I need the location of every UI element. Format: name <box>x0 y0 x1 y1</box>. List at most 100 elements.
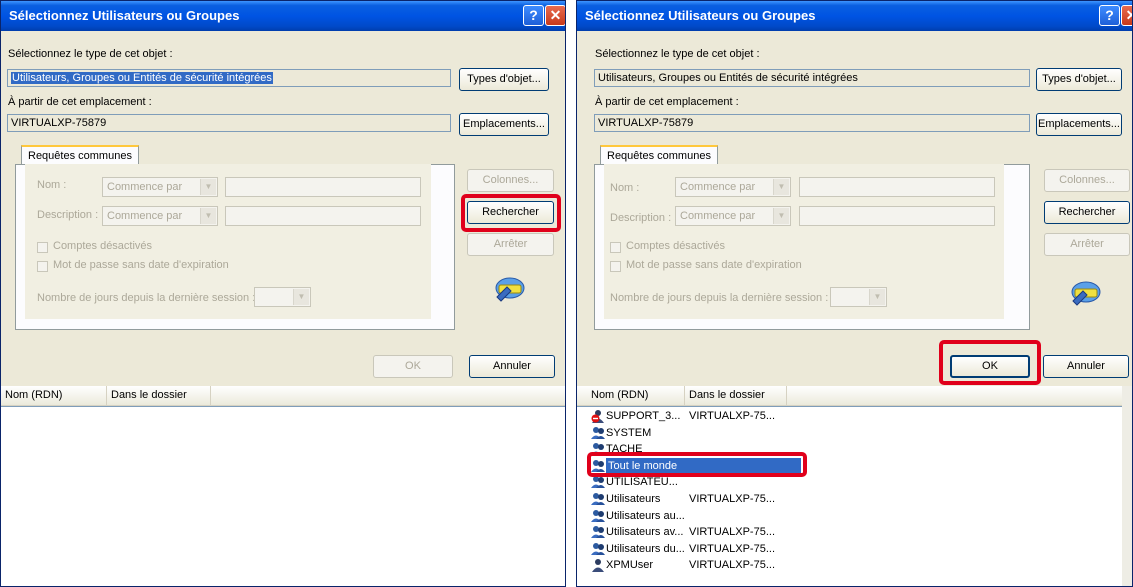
disabled-accounts-label: Comptes désactivés <box>626 240 726 252</box>
location-value: VIRTUALXP-75879 <box>11 117 107 129</box>
list-item[interactable]: Utilisateurs av... VIRTUALXP-75... <box>591 524 1111 540</box>
days-since-logon-label: Nombre de jours depuis la dernière sessi… <box>37 292 256 304</box>
right-title-bar[interactable]: Sélectionnez Utilisateurs ou Groupes ? ✕ <box>577 1 1132 31</box>
cancel-button[interactable]: Annuler <box>469 355 555 378</box>
search-button[interactable]: Rechercher <box>1044 201 1130 224</box>
no-expire-password-label: Mot de passe sans date d'expiration <box>626 259 802 271</box>
object-types-button[interactable]: Types d'objet... <box>1036 68 1122 91</box>
ok-highlight <box>939 340 1041 385</box>
tout-le-monde-highlight <box>587 452 807 477</box>
name-input[interactable] <box>799 177 995 197</box>
tab-common-queries[interactable]: Requêtes communes <box>600 145 718 165</box>
group-icon <box>591 426 605 440</box>
column-folder[interactable]: Dans le dossier <box>685 386 787 405</box>
name-match-combo[interactable]: Commence par ▼ <box>102 177 218 197</box>
group-icon <box>591 509 605 523</box>
location-field[interactable]: VIRTUALXP-75879 <box>7 114 451 132</box>
columns-button[interactable]: Colonnes... <box>1044 169 1130 192</box>
chevron-down-icon: ▼ <box>773 208 789 224</box>
column-name[interactable]: Nom (RDN) <box>587 386 685 405</box>
column-name[interactable]: Nom (RDN) <box>1 386 107 405</box>
object-type-value: Utilisateurs, Groupes ou Entités de sécu… <box>598 72 858 84</box>
left-close-button[interactable]: ✕ <box>545 5 565 26</box>
name-match-value: Commence par <box>107 181 183 193</box>
left-dialog: Sélectionnez Utilisateurs ou Groupes ? ✕… <box>0 0 566 587</box>
chevron-down-icon: ▼ <box>293 289 309 305</box>
locations-button[interactable]: Emplacements... <box>459 113 549 136</box>
results-header: Nom (RDN) Dans le dossier <box>1 386 565 406</box>
disabled-accounts-checkbox[interactable] <box>37 242 48 253</box>
location-value: VIRTUALXP-75879 <box>598 117 694 129</box>
left-help-button[interactable]: ? <box>523 5 544 26</box>
object-type-label: Sélectionnez le type de cet objet : <box>8 48 173 60</box>
object-type-label: Sélectionnez le type de cet objet : <box>595 48 760 60</box>
user-disabled-icon <box>591 409 605 423</box>
results-list[interactable]: SUPPORT_3... VIRTUALXP-75... SYSTEM TACHE To… <box>577 406 1122 586</box>
list-item-folder: VIRTUALXP-75... <box>689 559 775 572</box>
disabled-accounts-checkbox[interactable] <box>610 242 621 253</box>
disabled-accounts-label: Comptes désactivés <box>53 240 153 252</box>
list-item[interactable]: Utilisateurs du... VIRTUALXP-75... <box>591 541 1111 557</box>
list-item-name: Utilisateurs du... <box>606 542 685 555</box>
description-input[interactable] <box>225 206 421 226</box>
locations-button[interactable]: Emplacements... <box>1036 113 1122 136</box>
list-item-folder: VIRTUALXP-75... <box>689 542 775 555</box>
name-input[interactable] <box>225 177 421 197</box>
object-type-field[interactable]: Utilisateurs, Groupes ou Entités de sécu… <box>7 69 451 87</box>
location-field[interactable]: VIRTUALXP-75879 <box>594 114 1030 132</box>
list-item[interactable]: SUPPORT_3... VIRTUALXP-75... <box>591 408 1111 424</box>
object-types-button[interactable]: Types d'objet... <box>459 68 549 91</box>
right-dialog: Sélectionnez Utilisateurs ou Groupes ? ✕… <box>576 0 1133 587</box>
close-icon: ✕ <box>1126 7 1132 23</box>
list-item[interactable]: Utilisateurs VIRTUALXP-75... <box>591 491 1111 507</box>
chevron-down-icon: ▼ <box>200 179 216 195</box>
group-icon <box>591 475 605 489</box>
list-item[interactable]: XPMUser VIRTUALXP-75... <box>591 557 1111 573</box>
help-icon: ? <box>529 7 538 23</box>
list-item-folder: VIRTUALXP-75... <box>689 410 775 422</box>
list-item-name: Utilisateurs <box>606 493 661 505</box>
group-icon <box>591 542 605 556</box>
days-since-logon-combo[interactable]: ▼ <box>254 287 311 307</box>
list-item[interactable]: SYSTEM <box>591 425 1111 441</box>
object-type-field[interactable]: Utilisateurs, Groupes ou Entités de sécu… <box>594 69 1030 87</box>
no-expire-password-checkbox[interactable] <box>610 261 621 272</box>
tab-common-queries[interactable]: Requêtes communes <box>21 145 139 165</box>
name-match-combo[interactable]: Commence par ▼ <box>675 177 791 197</box>
list-item[interactable]: Utilisateurs au... <box>591 508 1111 524</box>
object-type-value: Utilisateurs, Groupes ou Entités de sécu… <box>11 72 273 84</box>
description-match-combo[interactable]: Commence par ▼ <box>102 206 218 226</box>
days-since-logon-label: Nombre de jours depuis la dernière sessi… <box>610 292 829 304</box>
description-label: Description : <box>610 212 672 224</box>
description-match-value: Commence par <box>107 210 183 222</box>
location-label: À partir de cet emplacement : <box>8 96 152 108</box>
columns-button[interactable]: Colonnes... <box>467 169 554 192</box>
cancel-button[interactable]: Annuler <box>1043 355 1129 378</box>
list-item-folder: VIRTUALXP-75... <box>689 493 775 505</box>
days-since-logon-combo[interactable]: ▼ <box>830 287 887 307</box>
results-list[interactable] <box>1 406 565 586</box>
description-match-combo[interactable]: Commence par ▼ <box>675 206 791 226</box>
list-item-name: Utilisateurs au... <box>606 509 685 522</box>
search-flashlight-icon <box>495 277 525 302</box>
description-input[interactable] <box>799 206 995 226</box>
close-icon: ✕ <box>549 7 562 23</box>
left-title-bar[interactable]: Sélectionnez Utilisateurs ou Groupes ? ✕ <box>1 1 565 31</box>
list-item-name: Utilisateurs av... <box>606 526 684 539</box>
right-close-button[interactable]: ✕ <box>1121 5 1132 26</box>
no-expire-password-label: Mot de passe sans date d'expiration <box>53 259 229 271</box>
column-folder[interactable]: Dans le dossier <box>107 386 211 405</box>
stop-button[interactable]: Arrêter <box>1044 233 1130 256</box>
results-scrollbar[interactable] <box>1122 386 1132 586</box>
location-label: À partir de cet emplacement : <box>595 96 739 108</box>
stop-button[interactable]: Arrêter <box>467 233 554 256</box>
no-expire-password-checkbox[interactable] <box>37 261 48 272</box>
chevron-down-icon: ▼ <box>773 179 789 195</box>
group-icon <box>591 525 605 539</box>
group-icon <box>591 492 605 506</box>
right-help-button[interactable]: ? <box>1099 5 1120 26</box>
description-match-value: Commence par <box>680 210 756 222</box>
list-item-name: SUPPORT_3... <box>606 410 681 422</box>
list-item-name: SYSTEM <box>606 426 652 439</box>
ok-button[interactable]: OK <box>373 355 453 378</box>
